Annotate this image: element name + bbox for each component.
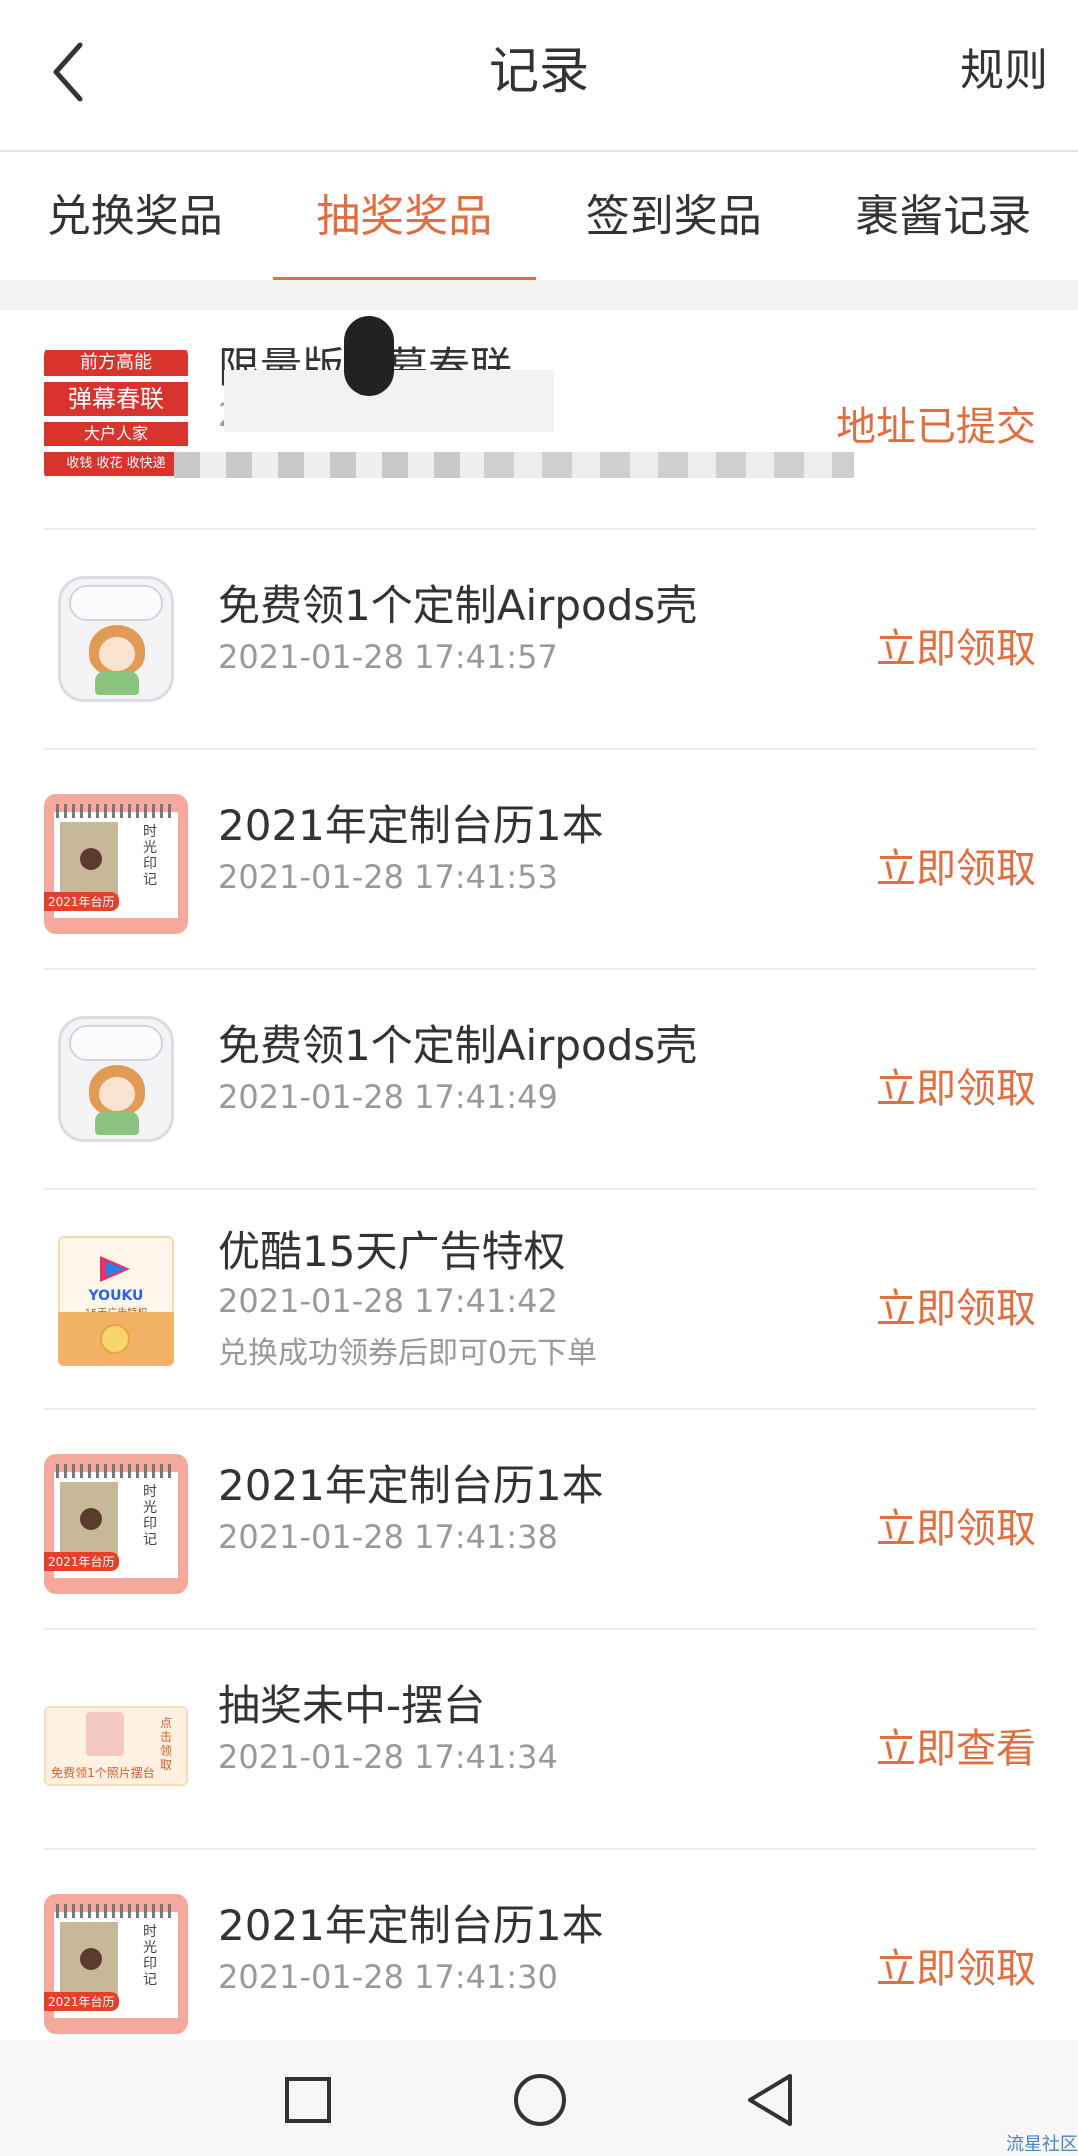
- calendar-thumbnail: 时光印记 2021年台历: [44, 1454, 188, 1594]
- couplet-line: 前方高能: [44, 350, 188, 376]
- list-item[interactable]: 时光印记 2021年台历 2021年定制台历1本 2021-01-28 17:4…: [44, 750, 1036, 970]
- page-title: 记录: [489, 42, 589, 100]
- recents-button[interactable]: [278, 2070, 338, 2130]
- prize-time: 2021-01-28 17:41:49: [218, 1078, 558, 1116]
- youku-thumbnail: YOUKU 15天广告特权: [44, 1230, 188, 1370]
- calendar-caption: 时光印记: [143, 1484, 157, 1548]
- claim-button[interactable]: 立即领取: [876, 616, 1036, 674]
- list-item[interactable]: 免费领1个定制Airpods壳 2021-01-28 17:41:49 立即领取: [44, 970, 1036, 1190]
- prize-name: 2021年定制台历1本: [218, 801, 604, 850]
- prize-list: 前方高能 弹幕春联 大户人家 收钱 收花 收快递 限量版弹幕春联 20 地址已提…: [0, 310, 1078, 2070]
- rules-link[interactable]: 规则: [960, 36, 1048, 106]
- triangle-back-icon: [748, 2074, 792, 2126]
- tab-guojiang-records[interactable]: 裹酱记录: [809, 154, 1078, 280]
- square-icon: [285, 2077, 331, 2123]
- calendar-caption: 时光印记: [143, 1924, 157, 1988]
- watermark: 流星社区: [1006, 2134, 1078, 2155]
- address-submitted-label[interactable]: 地址已提交: [836, 394, 1036, 452]
- prize-time: 2021-01-28 17:41:30: [218, 1958, 558, 1996]
- prize-time: 2021-01-28 17:41:34: [218, 1738, 558, 1776]
- calendar-thumbnail: 时光印记 2021年台历: [44, 794, 188, 934]
- couplet-line: 大户人家: [44, 422, 188, 446]
- claim-button[interactable]: 立即领取: [876, 1496, 1036, 1554]
- circle-icon: [514, 2074, 566, 2126]
- photo-stand-thumbnail: 免费领1个照片摆台 点击领取: [44, 1664, 188, 1804]
- couplet-line: 收钱 收花 收快递: [44, 452, 188, 476]
- prize-name: 2021年定制台历1本: [218, 1901, 604, 1950]
- couplet-line: 弹幕春联: [44, 382, 188, 416]
- photo-image: [86, 1712, 124, 1756]
- stand-side-text: 点击领取: [160, 1716, 173, 1772]
- list-item[interactable]: 前方高能 弹幕春联 大户人家 收钱 收花 收快递 限量版弹幕春联 20 地址已提…: [44, 310, 1036, 530]
- prize-note: 兑换成功领券后即可0元下单: [218, 1336, 598, 1371]
- top-bar: 记录 规则: [0, 0, 1078, 152]
- redacted-mark: [344, 316, 394, 396]
- home-button[interactable]: [510, 2070, 570, 2130]
- calendar-tag: 2021年台历: [44, 892, 119, 911]
- airpods-case-thumbnail: [44, 570, 188, 710]
- airpods-case-image: [58, 1016, 174, 1142]
- claim-button[interactable]: 立即领取: [876, 1276, 1036, 1334]
- stand-caption: 免费领1个照片摆台: [51, 1766, 155, 1780]
- list-item[interactable]: 时光印记 2021年台历 2021年定制台历1本 2021-01-28 17:4…: [44, 1410, 1036, 1630]
- section-divider: [0, 280, 1078, 310]
- calendar-thumbnail: 时光印记 2021年台历: [44, 1894, 188, 2034]
- prize-name: 优酷15天广告特权: [218, 1227, 566, 1276]
- prize-name: 免费领1个定制Airpods壳: [218, 1021, 698, 1070]
- list-item[interactable]: 时光印记 2021年台历 2021年定制台历1本 2021-01-28 17:4…: [44, 1850, 1036, 2070]
- claim-button[interactable]: 立即领取: [876, 836, 1036, 894]
- prize-name: 2021年定制台历1本: [218, 1461, 604, 1510]
- prize-time: 2021-01-28 17:41:53: [218, 858, 558, 896]
- list-item[interactable]: 免费领1个照片摆台 点击领取 抽奖未中-摆台 2021-01-28 17:41:…: [44, 1630, 1036, 1850]
- back-nav-button[interactable]: [740, 2070, 800, 2130]
- list-item[interactable]: 免费领1个定制Airpods壳 2021-01-28 17:41:57 立即领取: [44, 530, 1036, 750]
- redacted-area: [484, 452, 854, 478]
- airpods-case-thumbnail: [44, 1010, 188, 1150]
- claim-button[interactable]: 立即领取: [876, 1056, 1036, 1114]
- tab-lottery-prizes[interactable]: 抽奖奖品: [270, 154, 540, 280]
- airpods-case-image: [58, 576, 174, 702]
- youku-logo-icon: [100, 1256, 130, 1282]
- prize-time: 2021-01-28 17:41:38: [218, 1518, 558, 1556]
- prize-time: 2021-01-28 17:41:57: [218, 638, 558, 676]
- list-item[interactable]: YOUKU 15天广告特权 优酷15天广告特权 2021-01-28 17:41…: [44, 1190, 1036, 1410]
- prize-name: 免费领1个定制Airpods壳: [218, 581, 698, 630]
- system-nav-bar: 流星社区: [0, 2040, 1078, 2156]
- prize-name: 抽奖未中-摆台: [218, 1681, 486, 1730]
- calendar-tag: 2021年台历: [44, 1552, 119, 1571]
- view-button[interactable]: 立即查看: [876, 1716, 1036, 1774]
- calendar-tag: 2021年台历: [44, 1992, 119, 2011]
- youku-brand-text: YOUKU: [88, 1288, 144, 1304]
- couplet-thumbnail: 前方高能 弹幕春联 大户人家 收钱 收花 收快递: [44, 344, 188, 484]
- claim-button[interactable]: 立即领取: [876, 1936, 1036, 1994]
- tab-bar: 兑换奖品 抽奖奖品 签到奖品 裹酱记录: [0, 154, 1078, 280]
- coin-icon: [100, 1324, 130, 1354]
- tab-checkin-prizes[interactable]: 签到奖品: [539, 154, 809, 280]
- calendar-caption: 时光印记: [143, 824, 157, 888]
- prize-time: 2021-01-28 17:41:42: [218, 1282, 558, 1320]
- tab-exchange-prizes[interactable]: 兑换奖品: [0, 154, 270, 280]
